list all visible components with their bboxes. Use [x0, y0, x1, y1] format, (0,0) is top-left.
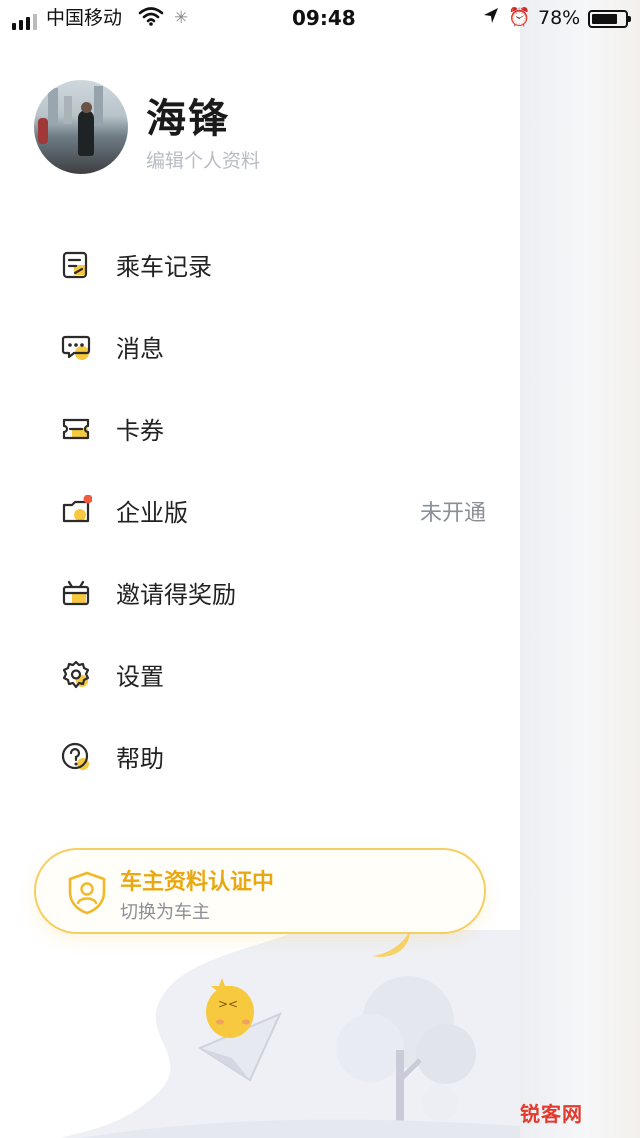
clock: 09:48 — [292, 6, 356, 30]
menu-item-coupons[interactable]: 卡券 — [0, 389, 520, 471]
bottom-illustration: >< — [60, 930, 520, 1138]
message-icon — [61, 335, 91, 360]
enterprise-icon — [62, 495, 92, 523]
menu-item-label: 乘车记录 — [116, 253, 212, 281]
edit-profile-link[interactable]: 编辑个人资料 — [146, 146, 260, 173]
driver-verification-card[interactable]: 车主资料认证中 切换为车主 — [34, 848, 486, 934]
coupon-icon — [62, 418, 90, 440]
help-icon — [61, 742, 89, 770]
battery-icon — [588, 10, 631, 28]
side-drawer: 海锋 编辑个人资料 乘车记录 消息 卡券 企业版 未开通 邀请得奖励 设置 帮助… — [0, 0, 520, 1138]
ride-history-icon — [62, 251, 88, 279]
wifi-icon — [138, 5, 164, 33]
menu-item-help[interactable]: 帮助 — [0, 717, 520, 799]
status-bar: 中国移动 ✳ 09:48 ⏰ 78% — [0, 0, 640, 36]
menu-item-ride-history[interactable]: 乘车记录 — [0, 225, 520, 307]
main-content-backdrop[interactable] — [520, 0, 640, 1138]
menu-item-settings[interactable]: 设置 — [0, 635, 520, 717]
carrier-name: 中国移动 — [46, 7, 123, 29]
gift-icon — [62, 580, 90, 606]
signal-icon — [12, 6, 37, 30]
settings-icon — [62, 660, 90, 689]
menu-item-label: 帮助 — [116, 745, 164, 773]
driver-card-title: 车主资料认证中 — [120, 870, 275, 895]
menu-item-invite[interactable]: 邀请得奖励 — [0, 553, 520, 635]
loading-spinner-icon: ✳ — [174, 8, 189, 28]
location-arrow-icon — [482, 6, 500, 32]
menu-item-label: 企业版 — [116, 499, 188, 527]
menu-item-label: 卡券 — [116, 417, 164, 445]
watermark-text: 锐客网 — [520, 1102, 583, 1126]
menu-item-label: 邀请得奖励 — [116, 581, 236, 609]
battery-percent: 78% — [538, 7, 581, 29]
menu-item-enterprise[interactable]: 企业版 未开通 — [0, 471, 520, 553]
avatar[interactable] — [34, 80, 128, 174]
shield-user-icon — [68, 871, 106, 915]
watermark: 锐客网 — [520, 1090, 640, 1136]
menu-item-label: 设置 — [116, 663, 164, 691]
user-name[interactable]: 海锋 — [146, 86, 230, 144]
enterprise-status: 未开通 — [419, 501, 486, 526]
alarm-clock-icon: ⏰ — [508, 7, 531, 28]
svg-text:><: >< — [218, 997, 238, 1011]
menu-item-messages[interactable]: 消息 — [0, 307, 520, 389]
switch-to-driver-link[interactable]: 切换为车主 — [120, 898, 210, 924]
menu-item-label: 消息 — [116, 335, 164, 363]
